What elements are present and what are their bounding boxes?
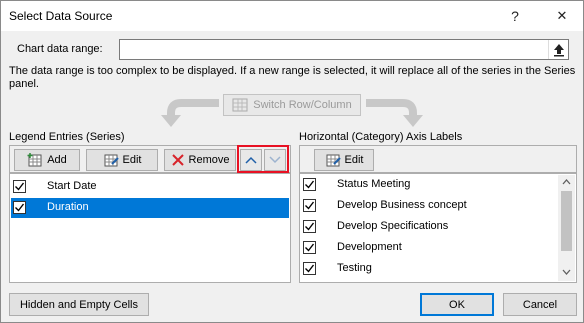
checkmark-icon <box>305 264 315 273</box>
axis-label-row[interactable]: Status Meeting <box>301 175 559 195</box>
edit-axis-labels-label: Edit <box>344 154 364 166</box>
add-table-icon <box>27 153 42 167</box>
edit-table-icon <box>326 154 341 167</box>
axis-label-text: Development <box>337 241 402 253</box>
help-button[interactable]: ? <box>500 4 530 28</box>
switch-row-column-icon <box>232 98 248 112</box>
edit-axis-labels-button[interactable]: Edit <box>314 149 374 171</box>
range-message: The data range is too complex to be disp… <box>9 65 576 90</box>
axis-labels-label: Horizontal (Category) Axis Labels <box>299 131 463 143</box>
collapse-dialog-icon <box>554 44 564 57</box>
move-down-button[interactable] <box>264 149 286 171</box>
chevron-up-icon <box>245 156 257 164</box>
series-checkbox[interactable] <box>13 201 26 214</box>
scroll-down-icon <box>562 269 571 275</box>
checkmark-icon <box>305 201 315 210</box>
axis-labels-scrollbar[interactable] <box>558 175 575 281</box>
axis-label-row[interactable]: Development <box>301 238 559 258</box>
checkmark-icon <box>305 180 315 189</box>
cancel-label: Cancel <box>522 298 558 311</box>
series-row-start-date[interactable]: Start Date <box>11 177 289 197</box>
chart-data-range-label: Chart data range: <box>17 43 103 55</box>
edit-series-label: Edit <box>122 154 142 166</box>
axis-label-row[interactable]: Testing <box>301 259 559 279</box>
cancel-button[interactable]: Cancel <box>503 293 577 316</box>
remove-series-label: Remove <box>188 154 230 166</box>
axis-label-checkbox[interactable] <box>303 178 316 191</box>
dialog-title: Select Data Source <box>9 9 113 23</box>
series-checkbox[interactable] <box>13 180 26 193</box>
axis-label-row[interactable]: Develop Business concept <box>301 196 559 216</box>
checkmark-icon <box>305 222 315 231</box>
axis-label-text: Testing <box>337 262 372 274</box>
checkmark-icon <box>15 203 25 212</box>
axis-label-checkbox[interactable] <box>303 199 316 212</box>
series-list: Start Date Duration <box>9 173 291 283</box>
switch-row-column-label: Switch Row/Column <box>253 99 352 111</box>
chart-data-range-input[interactable] <box>119 39 569 60</box>
axis-label-checkbox[interactable] <box>303 220 316 233</box>
scroll-up-icon <box>562 179 571 185</box>
axis-label-row[interactable]: Develop Specifications <box>301 217 559 237</box>
checkmark-icon <box>305 243 315 252</box>
title-bar: Select Data Source ? ✕ <box>1 1 583 31</box>
axis-label-checkbox[interactable] <box>303 262 316 275</box>
add-series-button[interactable]: Add <box>14 149 80 171</box>
select-data-source-dialog: Select Data Source ? ✕ Chart data range:… <box>0 0 584 323</box>
axis-label-text: Develop Specifications <box>337 220 449 232</box>
collapse-dialog-button[interactable] <box>548 40 568 59</box>
axis-toolbar: Edit <box>299 145 577 173</box>
series-label: Start Date <box>47 180 97 192</box>
ok-label: OK <box>449 298 465 311</box>
axis-label-text: Develop Business concept <box>337 199 467 211</box>
edit-series-button[interactable]: Edit <box>86 149 158 171</box>
remove-series-button[interactable]: Remove <box>164 149 236 171</box>
ok-button[interactable]: OK <box>420 293 494 316</box>
edit-table-icon <box>104 154 119 167</box>
remove-icon <box>171 154 184 166</box>
close-button[interactable]: ✕ <box>547 4 577 28</box>
checkmark-icon <box>15 182 25 191</box>
axis-labels-list: Status Meeting Develop Business concept … <box>299 173 577 283</box>
move-up-button[interactable] <box>240 149 262 171</box>
hidden-empty-cells-label: Hidden and Empty Cells <box>19 298 138 311</box>
series-toolbar: Add Edit Remove <box>9 145 291 173</box>
scrollbar-thumb[interactable] <box>561 191 572 251</box>
legend-entries-label: Legend Entries (Series) <box>9 131 125 143</box>
axis-label-text: Status Meeting <box>337 178 411 190</box>
axis-label-checkbox[interactable] <box>303 241 316 254</box>
series-label: Duration <box>47 201 89 213</box>
add-series-label: Add <box>47 154 67 166</box>
series-row-duration[interactable]: Duration <box>11 198 289 218</box>
chevron-down-icon <box>269 156 281 164</box>
hidden-empty-cells-button[interactable]: Hidden and Empty Cells <box>9 293 149 316</box>
switch-row-column-button[interactable]: Switch Row/Column <box>223 94 361 116</box>
